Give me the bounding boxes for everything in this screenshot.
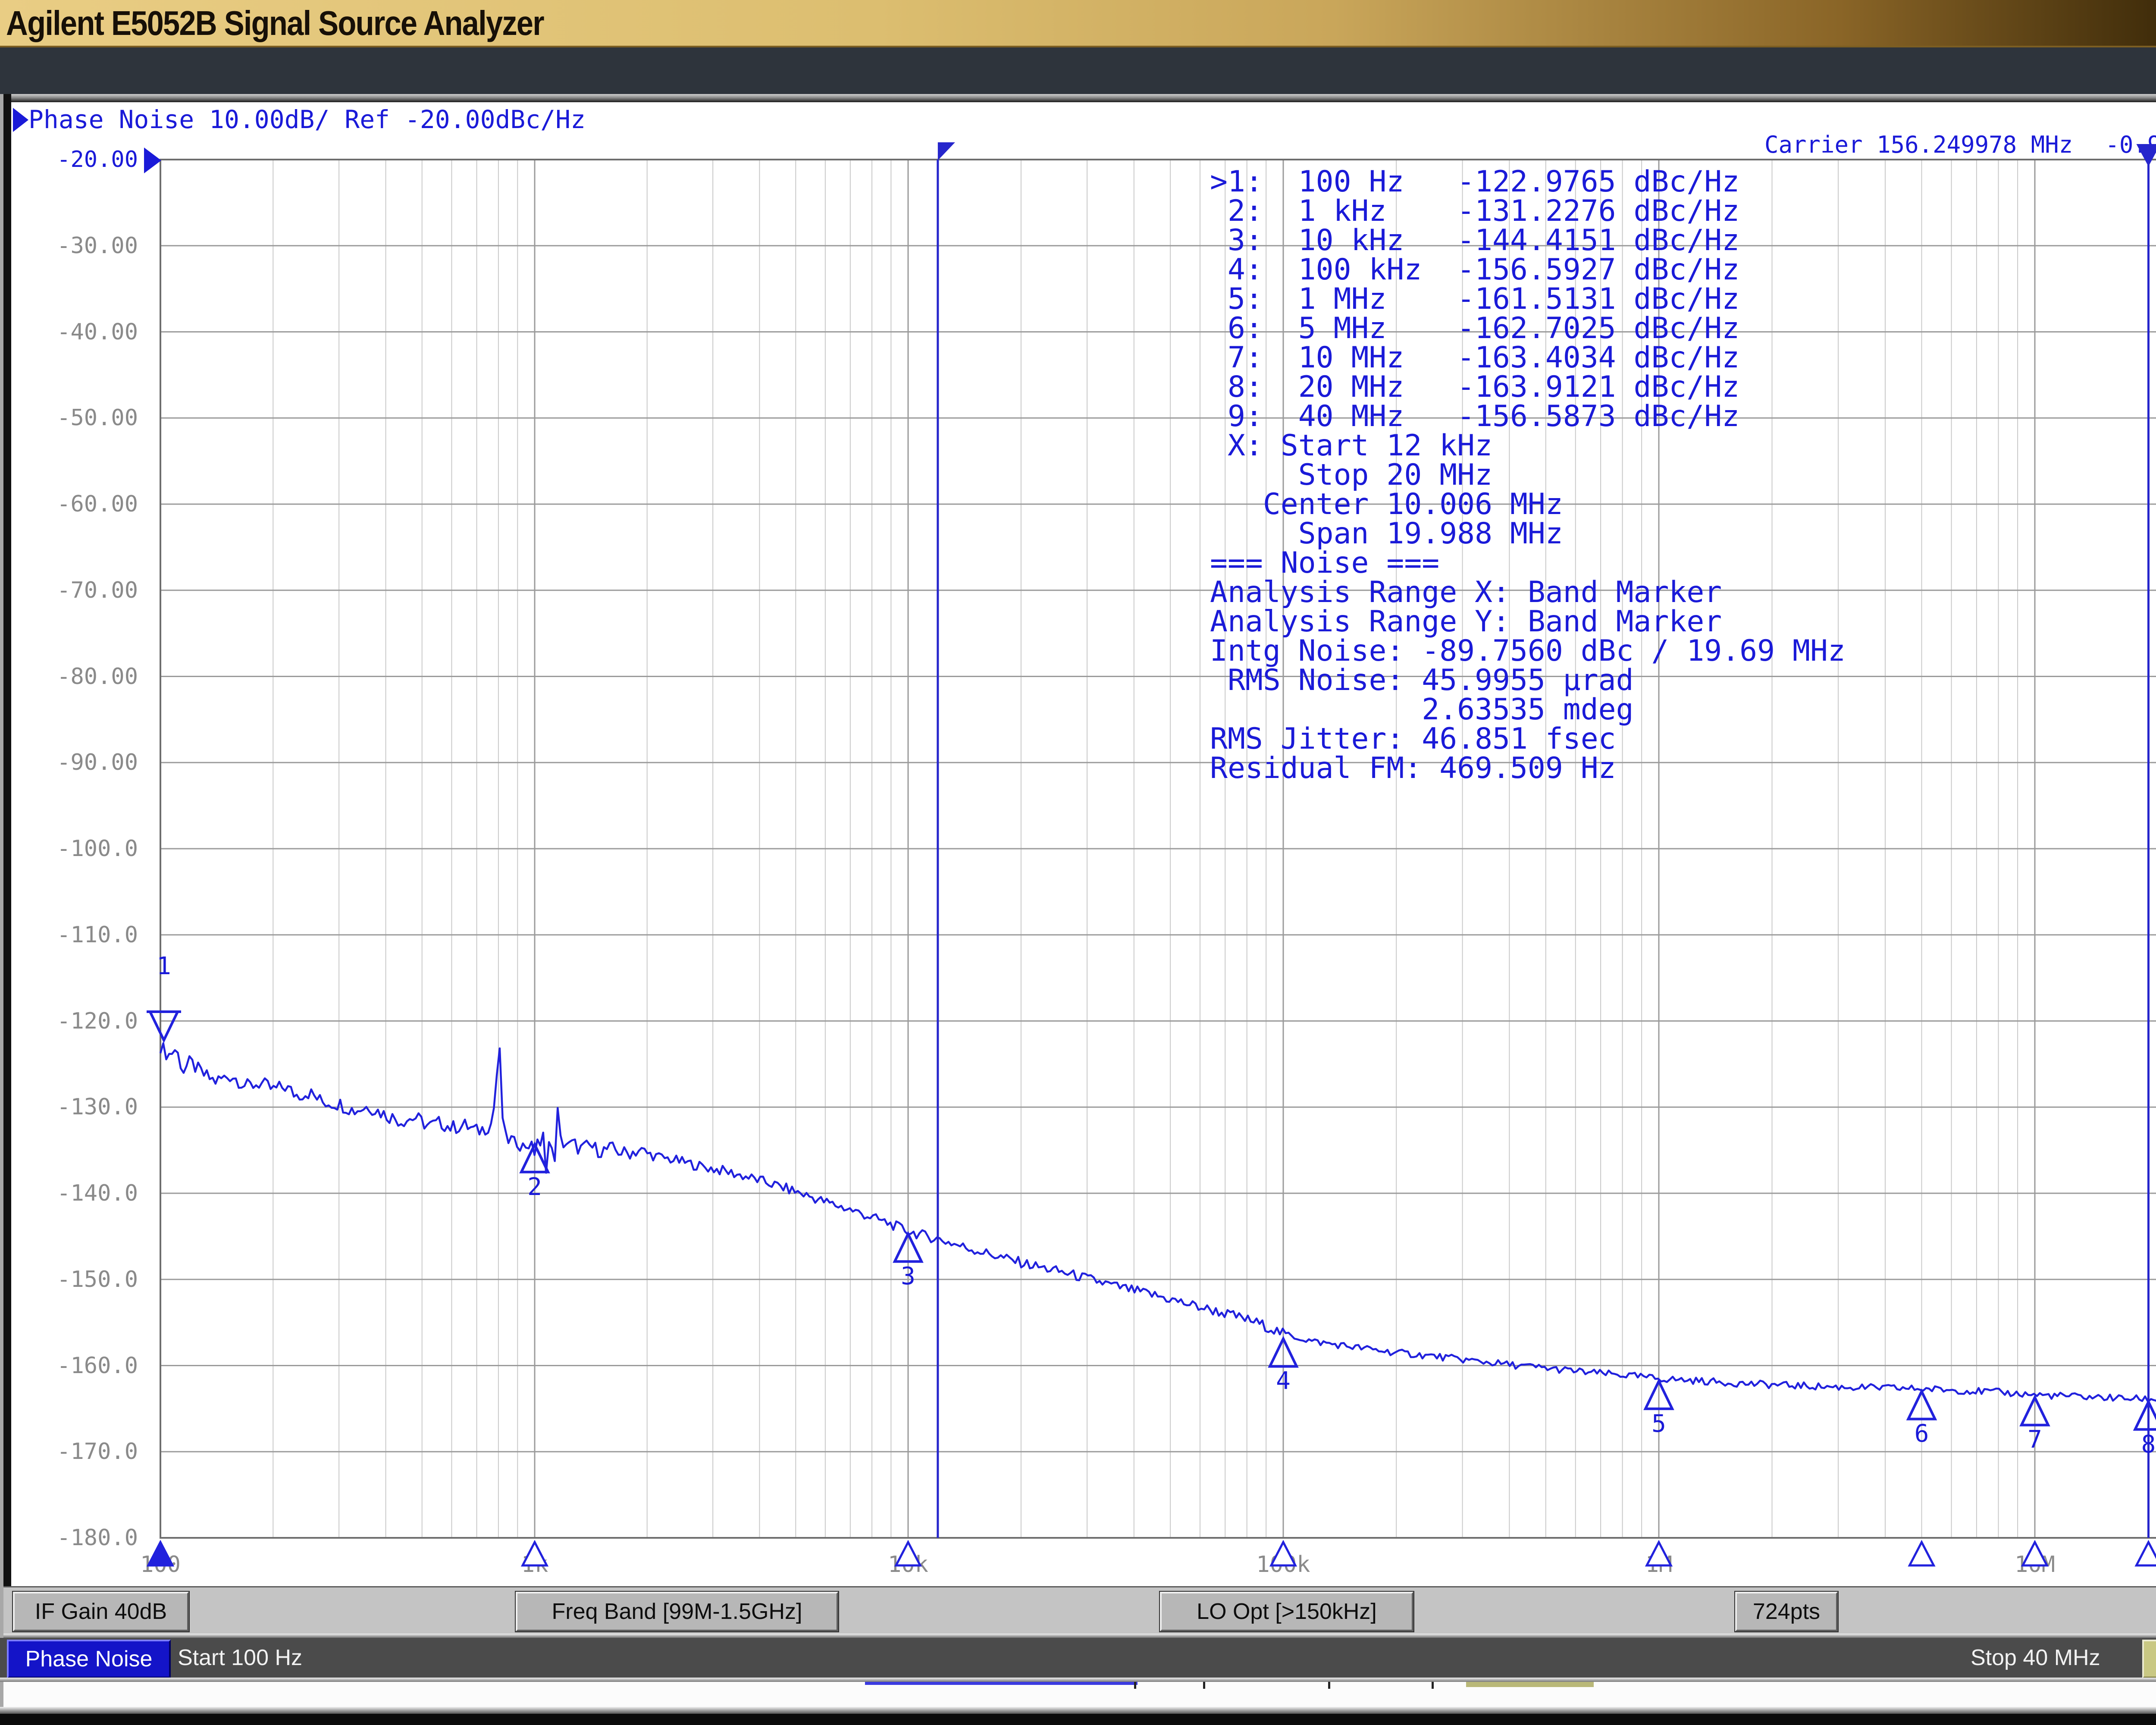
separator	[3, 1634, 2156, 1638]
y-tick-label: -130.0	[9, 1094, 138, 1120]
y-tick-label: -100.0	[9, 836, 138, 862]
y-tick-label: -20.00	[9, 147, 138, 172]
y-tick-label: -180.0	[9, 1525, 138, 1551]
curve-marker-number: 2	[527, 1175, 542, 1200]
if-gain-button[interactable]: IF Gain 40dB	[13, 1592, 189, 1631]
e5052b-window: Agilent E5052B Signal Source Analyzer Re…	[0, 0, 2156, 1725]
y-tick-label: -70.00	[9, 577, 138, 603]
curve-marker-number: 8	[2141, 1432, 2156, 1457]
readout-line: >1: 100 Hz -122.9765 dBc/Hz	[1210, 167, 1846, 197]
readout-line: 8: 20 MHz -163.9121 dBc/Hz	[1210, 373, 1846, 402]
trace-scale-header[interactable]: Phase Noise 10.00dB/ Ref -20.00dBc/Hz	[28, 105, 586, 134]
carrier-power-readout: -0.9019 dBm	[2065, 131, 2156, 158]
y-tick-label: -60.00	[9, 491, 138, 517]
readout-line: 4: 100 kHz -156.5927 dBc/Hz	[1210, 255, 1846, 285]
measurement-status-bar: IF Gain 40dB Freq Band [99M-1.5GHz] LO O…	[3, 1586, 2156, 1635]
y-tick-label: -120.0	[9, 1008, 138, 1034]
curve-marker-number: 7	[2028, 1427, 2042, 1452]
readout-line: Center 10.006 MHz	[1210, 490, 1846, 519]
background-window-edge-olive	[1466, 1682, 1594, 1687]
readout-line: Analysis Range Y: Band Marker	[1210, 607, 1846, 637]
title-bar: Agilent E5052B Signal Source Analyzer	[0, 0, 2156, 47]
menu-bar: Resize	[0, 47, 2156, 94]
readout-line: Stop 20 MHz	[1210, 461, 1846, 490]
trace-select-arrow-icon	[13, 108, 28, 132]
window-edge-tick	[1432, 1682, 1434, 1689]
readout-line: 7: 10 MHz -163.4034 dBc/Hz	[1210, 343, 1846, 373]
marker-and-noise-readout: >1: 100 Hz -122.9765 dBc/Hz 2: 1 kHz -13…	[1210, 167, 1846, 783]
readout-line: 3: 10 kHz -144.4151 dBc/Hz	[1210, 226, 1846, 255]
y-tick-label: -160.0	[9, 1353, 138, 1379]
separator	[0, 1678, 2156, 1682]
window-title: Agilent E5052B Signal Source Analyzer	[6, 3, 544, 43]
curve-marker-number: 1	[157, 954, 171, 979]
readout-line: X: Start 12 kHz	[1210, 431, 1846, 461]
curve-marker-number: 5	[1651, 1411, 1666, 1436]
readout-line: 6: 5 MHz -162.7025 dBc/Hz	[1210, 314, 1846, 343]
readout-line: Span 19.988 MHz	[1210, 519, 1846, 549]
y-tick-label: -40.00	[9, 319, 138, 345]
readout-line: Intg Noise: -89.7560 dBc / 19.69 MHz	[1210, 637, 1846, 666]
readout-line: Analysis Range X: Band Marker	[1210, 578, 1846, 607]
y-tick-label: -110.0	[9, 922, 138, 948]
x-tick-label: 1M	[1645, 1552, 1673, 1577]
y-tick-label: -90.00	[9, 750, 138, 775]
page-indicator-button[interactable]: 4/4	[2142, 1640, 2156, 1678]
readout-line: 2: 1 kHz -131.2276 dBc/Hz	[1210, 197, 1846, 226]
curve-marker-number: 3	[901, 1264, 915, 1289]
y-tick-label: -140.0	[9, 1180, 138, 1206]
readout-line: RMS Jitter: 46.851 fsec	[1210, 724, 1846, 754]
y-tick-label: -50.00	[9, 405, 138, 431]
x-tick-label: 100	[140, 1552, 181, 1577]
y-tick-label: -170.0	[9, 1439, 138, 1465]
readout-line: 2.63535 mdeg	[1210, 695, 1846, 724]
screen-top-ridge	[0, 94, 2156, 102]
readout-line: === Noise ===	[1210, 549, 1846, 578]
window-edge-tick	[1134, 1682, 1136, 1689]
readout-line: RMS Noise: 45.9955 μrad	[1210, 666, 1846, 695]
curve-marker-number: 4	[1276, 1369, 1291, 1394]
x-tick-label: 10k	[888, 1552, 928, 1577]
x-tick-label: 1k	[521, 1552, 548, 1577]
carrier-frequency-readout: Carrier 156.249978 MHz	[1764, 131, 2073, 158]
sweep-start-label: Start 100 Hz	[178, 1645, 302, 1671]
phase-noise-trace-button[interactable]: Phase Noise	[7, 1640, 171, 1678]
background-window-edge-blue	[865, 1682, 1138, 1685]
window-edge-tick	[1203, 1682, 1205, 1689]
readout-line: 5: 1 MHz -161.5131 dBc/Hz	[1210, 285, 1846, 314]
separator	[0, 1707, 2156, 1714]
window-edge-tick	[1328, 1682, 1330, 1689]
readout-line: Residual FM: 469.509 Hz	[1210, 754, 1846, 783]
y-tick-label: -150.0	[9, 1267, 138, 1292]
sweep-stop-label: Stop 40 MHz	[1971, 1645, 2100, 1671]
y-tick-label: -30.00	[9, 233, 138, 259]
readout-line: 9: 40 MHz -156.5873 dBc/Hz	[1210, 402, 1846, 431]
points-button[interactable]: 724pts	[1735, 1592, 1838, 1631]
y-tick-label: -80.00	[9, 664, 138, 690]
lo-opt-button[interactable]: LO Opt [>150kHz]	[1160, 1592, 1413, 1631]
x-tick-label: 100k	[1256, 1552, 1310, 1577]
freq-band-button[interactable]: Freq Band [99M-1.5GHz]	[516, 1592, 838, 1631]
sweep-status-bar: Phase Noise Start 100 Hz Stop 40 MHz 4/4	[0, 1638, 2156, 1678]
background-window-strip	[3, 1682, 2156, 1707]
x-tick-label: 10M	[2015, 1552, 2055, 1577]
bottom-frame	[0, 1714, 2156, 1725]
curve-marker-number: 6	[1915, 1421, 1929, 1446]
